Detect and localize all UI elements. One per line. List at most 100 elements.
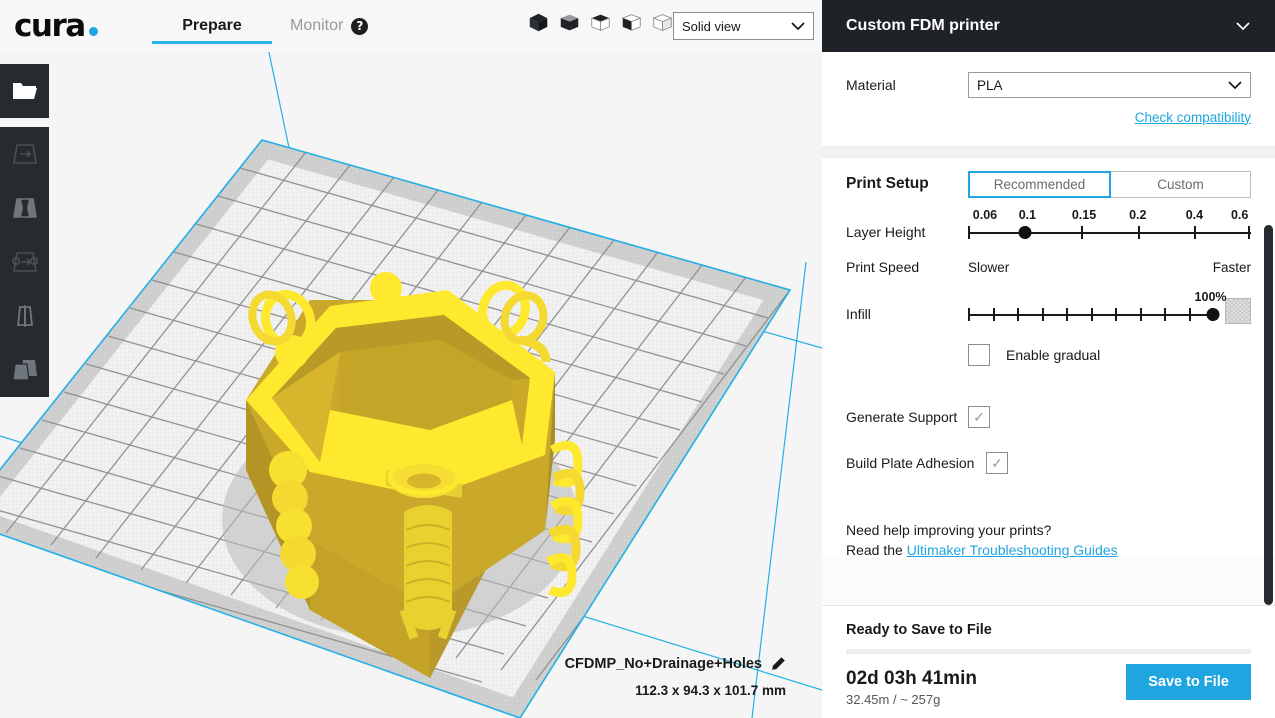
layer-height-label: Layer Height [846,224,926,240]
help-line1: Need help improving your prints? [846,522,1052,538]
model-name-text: CFDMP_No+Drainage+Holes [564,656,762,672]
top-bar: cura Prepare Monitor ? Solid view [0,0,822,52]
open-file-icon [12,83,37,99]
print-speed-row: Print Speed Slower Faster [822,252,1275,282]
logo-text: cura [14,8,86,44]
scale-tool-icon [12,198,37,218]
layer-height-tick-label: 0.1 [1018,208,1037,222]
generate-support-label: Generate Support [846,409,958,425]
check-icon: ✓ [973,409,985,425]
view-mode-select[interactable]: Solid view [673,12,814,40]
material-select[interactable]: PLA [968,72,1251,98]
infill-value-label: 100% [1194,290,1227,304]
compatibility-row: Check compatibility [822,102,1275,132]
print-setup-row: Print Setup Recommended Custom [822,158,1275,210]
cura-logo: cura [14,8,98,44]
sphere-top [370,272,402,304]
infill-tick [1090,308,1093,321]
infill-tick [1139,308,1142,321]
tab-prepare[interactable]: Prepare [152,0,272,52]
infill-tick [968,308,970,321]
mirror-tool-icon [16,305,33,327]
right-sidebar: Custom FDM printer Material PLA Check co… [822,0,1275,718]
print-speed-max-label: Faster [1212,259,1251,275]
layer-height-tick [968,226,970,239]
chevron-down-icon [791,22,805,31]
tab-monitor[interactable]: Monitor ? [272,0,386,52]
infill-tick [1164,308,1166,321]
view-mode-icons [528,12,673,33]
cura-application-window: CFDMP_No+Drainage+Holes 112.3 x 94.3 x 1… [0,0,1275,718]
build-plate-adhesion-checkbox[interactable]: ✓ [986,452,1008,474]
tab-custom-label: Custom [1157,176,1204,192]
check-icon: ✓ [991,455,1003,471]
print-setup-title: Print Setup [846,175,929,192]
infill-slider[interactable]: 100% [968,290,1227,332]
layer-height-tick-label: 0.2 [1129,208,1147,222]
scale-tool-button[interactable] [0,181,49,235]
tab-prepare-label: Prepare [182,17,242,34]
build-plate-adhesion-row: Build Plate Adhesion ✓ [822,440,1275,486]
tab-custom[interactable]: Custom [1111,170,1251,198]
layer-height-handle[interactable] [1018,226,1032,239]
move-tool-icon [12,144,37,164]
open-file-button[interactable] [0,64,49,118]
view-mode-value: Solid view [682,18,741,34]
layer-height-tick-label: 0.15 [1071,208,1097,222]
print-speed-label: Print Speed [846,259,920,275]
layer-height-track [968,232,1251,234]
cube-wire-icon[interactable] [652,12,673,33]
chevron-down-icon [1236,21,1250,30]
troubleshooting-guides-link[interactable]: Ultimaker Troubleshooting Guides [907,542,1118,558]
material-row: Material PLA [822,52,1275,102]
cube-outline-icon[interactable] [590,12,611,33]
tab-recommended[interactable]: Recommended [968,170,1111,198]
help-icon[interactable]: ? [351,17,369,35]
save-to-file-button[interactable]: Save to File [1126,664,1251,700]
per-model-settings-icon [11,360,37,381]
infill-tick [1041,308,1044,321]
tab-recommended-label: Recommended [993,176,1086,192]
enable-gradual-row: Enable gradual [822,338,1275,372]
check-compatibility-link[interactable]: Check compatibility [1135,110,1251,125]
chevron-down-icon [1228,81,1242,90]
mirror-tool-button[interactable] [0,289,49,343]
per-model-settings-button[interactable] [0,343,49,397]
layer-height-tick-label: 0.06 [972,208,998,222]
print-setup-mode-tabs: Recommended Custom [968,170,1251,198]
printer-selector[interactable]: Custom FDM printer [822,0,1275,52]
layer-height-tick-label: 0.6 [1230,208,1249,222]
layer-height-row: Layer Height 0.06 0.1 0.15 0.2 0.4 0.6 [822,208,1275,252]
layer-height-tick [1081,226,1084,239]
layer-height-tick [1194,226,1197,239]
tab-monitor-label: Monitor [290,17,344,34]
cube-solid-icon[interactable] [528,12,549,33]
logo-dot-icon [88,27,98,36]
layer-height-slider[interactable]: 0.06 0.1 0.15 0.2 0.4 0.6 [968,208,1251,246]
move-tool-button[interactable] [0,127,49,181]
toolbar-gap [0,118,49,127]
panel-footer: Ready to Save to File 02d 03h 41min 32.4… [822,605,1275,718]
generate-support-checkbox[interactable]: ✓ [968,406,990,428]
progress-bar [846,649,1251,654]
generate-support-row: Generate Support ✓ [822,394,1275,440]
support-column-front [399,505,457,640]
transform-tools [0,127,49,397]
panel-scrollbar[interactable] [1264,225,1273,605]
cube-half-icon[interactable] [621,12,642,33]
enable-gradual-checkbox[interactable] [968,344,990,366]
infill-tick [1017,308,1019,321]
material-value: PLA [977,77,1003,93]
rotate-tool-button[interactable] [0,235,49,289]
printer-name: Custom FDM printer [846,17,1000,34]
infill-handle[interactable] [1206,308,1220,321]
cube-shaded-icon[interactable] [559,12,580,33]
layer-height-tick [1137,226,1140,239]
3d-viewport[interactable]: CFDMP_No+Drainage+Holes 112.3 x 94.3 x 1… [0,0,822,718]
pencil-icon[interactable] [770,656,786,672]
panel-content: Material PLA Check compatibility Print S… [822,52,1275,558]
status-label: Ready to Save to File [846,622,992,638]
infill-label: Infill [846,306,871,322]
layer-height-tick-label: 0.4 [1185,208,1204,222]
layer-height-tick [1248,226,1251,239]
